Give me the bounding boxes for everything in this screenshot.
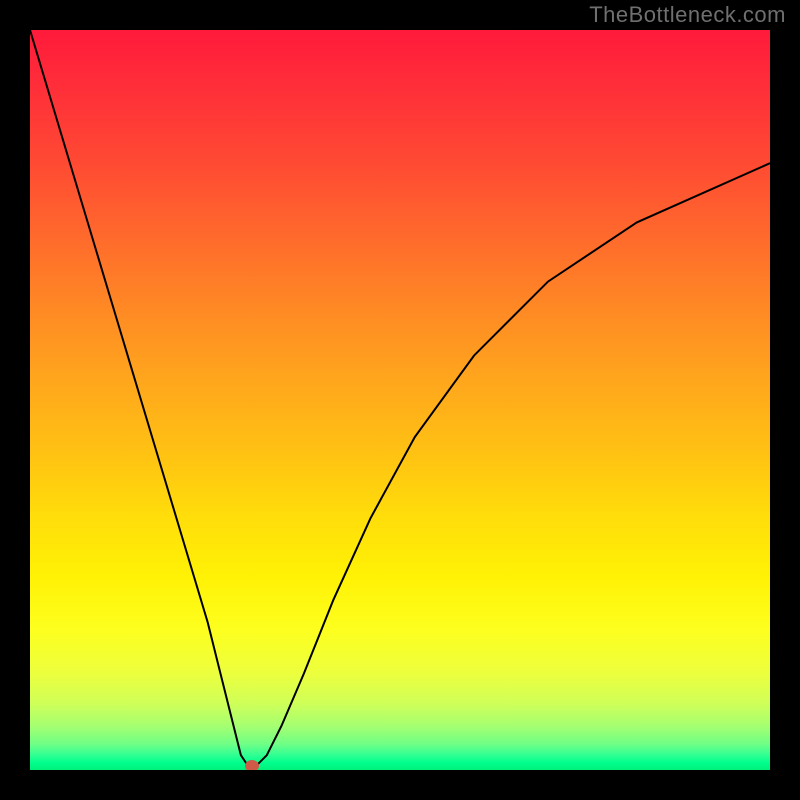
watermark-text: TheBottleneck.com bbox=[589, 2, 786, 28]
curve-layer bbox=[30, 30, 770, 770]
plot-area bbox=[30, 30, 770, 770]
bottleneck-curve-path bbox=[30, 30, 770, 766]
optimal-point-marker bbox=[245, 760, 259, 770]
chart-frame: TheBottleneck.com bbox=[0, 0, 800, 800]
curve-svg bbox=[30, 30, 770, 770]
